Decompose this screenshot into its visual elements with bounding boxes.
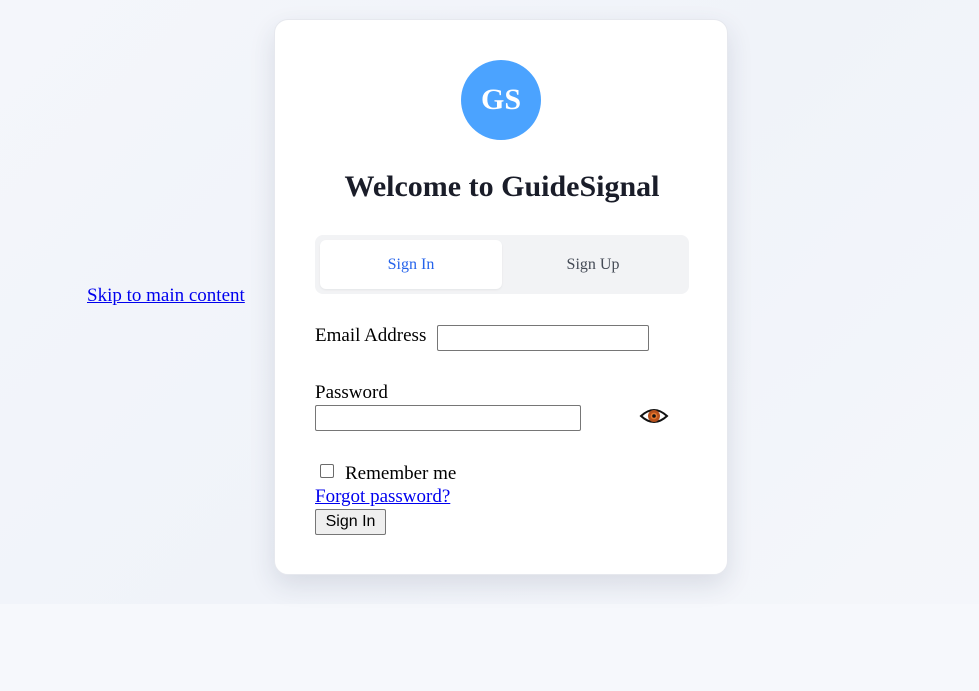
page-title: Welcome to GuideSignal [344,170,660,203]
password-field[interactable] [315,405,581,431]
eye-icon[interactable] [639,405,669,427]
email-field[interactable] [437,325,649,351]
skip-to-main-link[interactable]: Skip to main content [87,285,245,307]
forgot-password-link[interactable]: Forgot password? [315,486,450,508]
email-label: Email Address [315,325,427,346]
tab-sign-in[interactable]: Sign In [320,240,502,289]
tab-sign-up[interactable]: Sign Up [502,240,684,289]
auth-tabs: Sign In Sign Up [315,235,689,294]
page-background-band [0,604,979,691]
login-card: GS Welcome to GuideSignal Sign In Sign U… [274,19,728,575]
remember-me-label: Remember me [345,463,457,484]
sign-in-button[interactable]: Sign In [315,509,386,535]
password-label: Password [315,382,388,403]
app-logo: GS [461,60,541,140]
remember-me-checkbox[interactable] [320,464,334,478]
